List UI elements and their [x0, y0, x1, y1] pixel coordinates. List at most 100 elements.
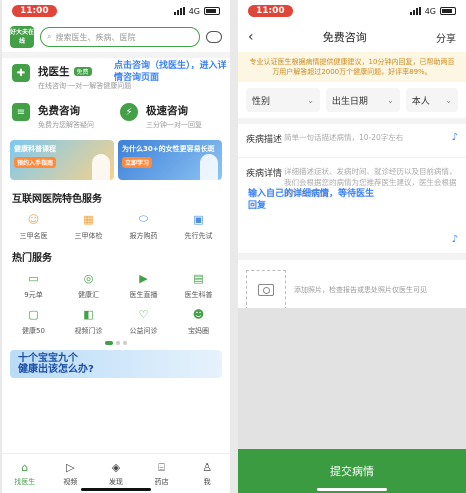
- home-indicator: [317, 488, 387, 491]
- heart-plus-icon: ♡: [138, 307, 149, 321]
- gender-select[interactable]: 性别 ⌄: [246, 88, 320, 112]
- banner-row: 健康科普课程 预约入手指南 为什么30+的女性更容易长斑 立即学习: [2, 136, 230, 184]
- chevron-down-icon: ⌄: [387, 95, 394, 105]
- chevron-down-icon: ⌄: [445, 95, 452, 105]
- live-icon: ▶: [139, 271, 148, 285]
- consult-entries: ≡ 免费咨询 免费为您解答疑问 ⚡ 极速咨询 三分钟一对一回复: [2, 97, 230, 136]
- chevron-down-icon: ⌄: [307, 95, 314, 105]
- tab-label: 视频: [63, 477, 78, 486]
- group-icon: ☻: [192, 307, 205, 321]
- hot-label: 健康50: [22, 327, 45, 335]
- promo-line1: 十个宝宝九个: [18, 353, 78, 364]
- add-photo-button[interactable]: [246, 270, 286, 310]
- tab-label: 我: [203, 477, 211, 486]
- signal-icon: [173, 7, 185, 15]
- hot-section-title: 热门服务: [12, 253, 52, 264]
- status-indicators: 4G: [173, 6, 220, 16]
- compass-icon: ◈: [111, 461, 121, 474]
- tab-label: 药店: [154, 477, 169, 486]
- search-input[interactable]: ⌕ 搜索医生、疾病、医院: [40, 27, 200, 47]
- patient-selects: 性别 ⌄ 出生日期 ⌄ 本人 ⌄: [238, 82, 466, 124]
- submit-button[interactable]: 提交病情: [238, 449, 466, 493]
- fast-consult-entry[interactable]: ⚡ 极速咨询 三分钟一对一回复: [120, 101, 220, 132]
- doctor-icon: ☺: [27, 212, 40, 226]
- promo-line2: 健康出该怎么办?: [18, 364, 94, 375]
- annotation-left: 点击咨询（找医生），进入详情咨询页面: [114, 61, 227, 83]
- hot-item[interactable]: ♡ 公益问诊: [116, 306, 171, 336]
- banner-a[interactable]: 健康科普课程 预约入手指南: [10, 140, 114, 180]
- service-label: 报方购药: [129, 232, 158, 240]
- back-icon[interactable]: ‹: [248, 29, 254, 45]
- checkup-icon: ▢: [28, 307, 39, 321]
- relation-select[interactable]: 本人 ⌄: [405, 88, 458, 112]
- hot-label: 公益问诊: [129, 327, 158, 335]
- free-consult-entry[interactable]: ≡ 免费咨询 免费为您解答疑问: [12, 101, 112, 132]
- search-placeholder: 搜索医生、疾病、医院: [55, 32, 136, 42]
- bottom-tab-bar: ⌂ 找医生 ▷ 视频 ◈ 发现 ⌸ 药店 ♙ 我: [2, 453, 230, 493]
- disease-title-input[interactable]: 简单一句话描述病情，10-20字左右: [284, 132, 458, 149]
- banner-b-text: 为什么30+的女性更容易长斑: [122, 145, 215, 153]
- hot-item[interactable]: ▢ 健康50: [6, 306, 61, 336]
- microphone-icon[interactable]: ♪: [452, 132, 458, 143]
- fast-consult-title: 极速咨询: [146, 105, 188, 117]
- home-icon: ⌂: [21, 461, 29, 474]
- banner-b[interactable]: 为什么30+的女性更容易长斑 立即学习: [118, 140, 222, 180]
- app-logo: 好大夫在线: [10, 26, 34, 48]
- status-time: 11:00: [12, 5, 57, 17]
- book-icon: ▤: [193, 271, 204, 285]
- hot-item[interactable]: ▭ 9元单: [6, 270, 61, 300]
- free-tag: 免费: [73, 67, 92, 76]
- camera-icon: [258, 284, 274, 296]
- pill-icon: ⬭: [138, 212, 149, 225]
- free-consult-title: 免费咨询: [38, 105, 80, 117]
- service-item[interactable]: ▦ 三甲体检: [61, 211, 116, 241]
- hot-item[interactable]: ▤ 医生科普: [171, 270, 226, 300]
- fast-consult-subtitle: 三分钟一对一回复: [146, 121, 202, 129]
- lightning-icon: ⚡: [120, 103, 138, 121]
- calendar-icon: ▦: [83, 212, 94, 226]
- banner-a-text: 健康科普课程: [14, 145, 56, 153]
- tab-me[interactable]: ♙ 我: [184, 454, 230, 493]
- carousel-dots: [2, 338, 230, 348]
- tab-find-doctor[interactable]: ⌂ 找医生: [2, 454, 48, 493]
- hospital-section-title: 互联网医院特色服务: [12, 194, 102, 205]
- hot-services-grid: ▭ 9元单 ◎ 健康汇 ▶ 医生直播 ▤ 医生科普 ▢ 健康50 ◧ 视频门诊 ♡ 公益问诊 …: [2, 268, 230, 338]
- banner-a-figure: [92, 154, 110, 180]
- page-title: 免费咨询: [322, 31, 367, 44]
- service-notice: 专业认证医生根据病情提供健康建议，10分钟内回复，已帮助两百万用户解答超过200…: [238, 52, 466, 82]
- share-button[interactable]: 分享: [436, 30, 456, 45]
- upload-hint: 添加照片，检查报告或患处照片仅医生可见: [294, 286, 427, 294]
- message-icon[interactable]: [206, 31, 222, 43]
- status-bar: 11:00 4G: [238, 0, 466, 22]
- screen-icon: ▣: [193, 212, 204, 226]
- hot-label: 医生直播: [129, 291, 158, 299]
- birthdate-label: 出生日期: [331, 96, 368, 107]
- network-label: 4G: [188, 6, 200, 16]
- free-consult-subtitle: 免费为您解答疑问: [38, 121, 94, 129]
- promo-banner[interactable]: 十个宝宝九个 健康出该怎么办?: [10, 350, 222, 378]
- hot-item[interactable]: ◎ 健康汇: [61, 270, 116, 300]
- birthdate-select[interactable]: 出生日期 ⌄: [325, 88, 400, 112]
- banner-a-pill: 预约入手指南: [14, 157, 57, 168]
- service-label: 三甲体检: [74, 232, 103, 240]
- hot-item[interactable]: ▶ 医生直播: [116, 270, 171, 300]
- disease-title-field[interactable]: 疾病描述 简单一句话描述病情，10-20字左右 ♪: [238, 124, 466, 158]
- hot-item[interactable]: ☻ 宝妈圈: [171, 306, 226, 336]
- hot-label: 9元单: [24, 291, 43, 299]
- hot-item[interactable]: ◧ 视频门诊: [61, 306, 116, 336]
- play-icon: ▷: [66, 461, 75, 474]
- video-icon: ◧: [83, 307, 94, 321]
- service-item[interactable]: ☺ 三甲名医: [6, 211, 61, 241]
- consult-screen: 11:00 4G ‹ 免费咨询 分享 专业认证医生根据病情提供健康建议，10分钟…: [238, 0, 466, 493]
- service-item[interactable]: ⬭ 报方购药: [116, 211, 171, 241]
- hot-label: 视频门诊: [74, 327, 103, 335]
- status-time: 11:00: [248, 5, 293, 17]
- battery-icon: [440, 7, 456, 15]
- hot-label: 宝妈圈: [188, 327, 209, 335]
- coupon-icon: ▭: [28, 271, 39, 285]
- gender-label: 性别: [252, 96, 271, 107]
- battery-icon: [204, 7, 220, 15]
- signal-icon: [409, 7, 421, 15]
- service-item[interactable]: ▣ 先行先试: [171, 211, 226, 241]
- microphone-icon[interactable]: ♪: [452, 234, 458, 245]
